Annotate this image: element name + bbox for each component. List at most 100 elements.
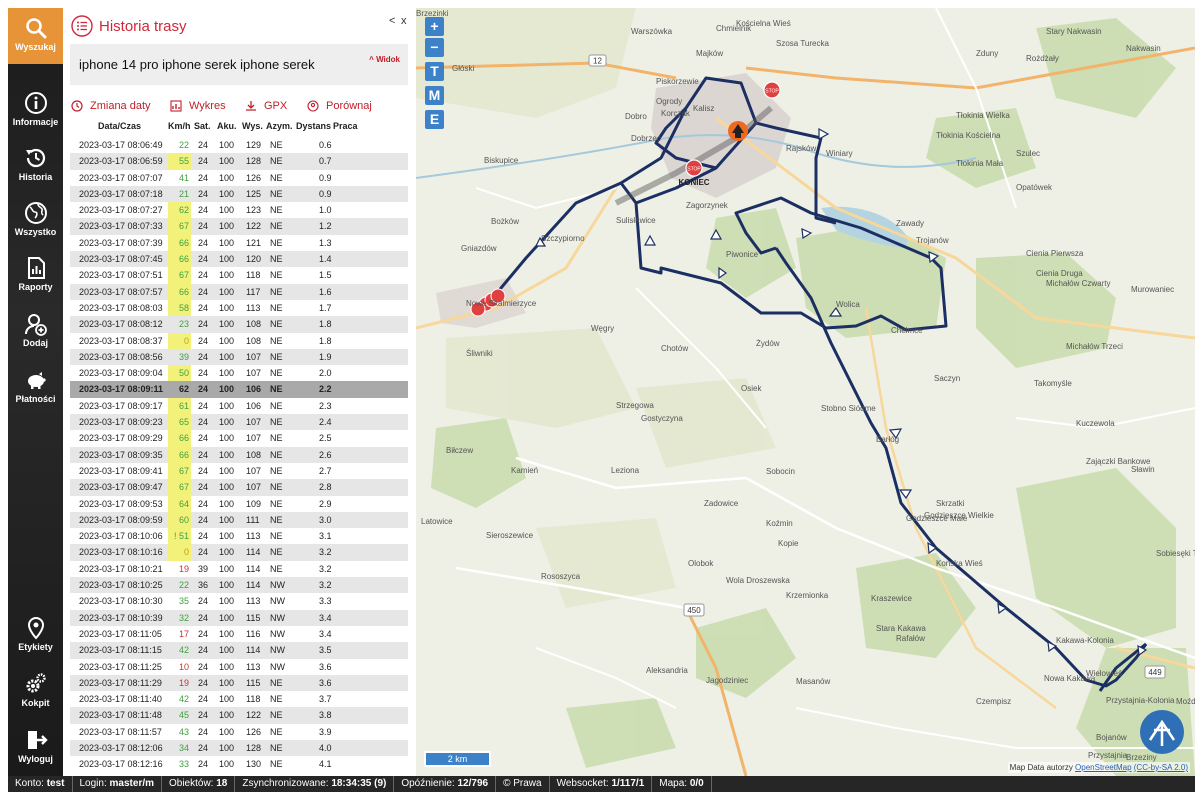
table-row[interactable]: 2023-03-17 08:11:48 45 24 100 122 NE 3.8: [70, 707, 408, 724]
table-row[interactable]: 2023-03-17 08:06:59 55 24 100 128 NE 0.7: [70, 153, 408, 170]
collapse-panel-button[interactable]: <: [389, 15, 395, 27]
chart-button[interactable]: Wykres: [170, 100, 226, 112]
close-panel-button[interactable]: x: [401, 15, 407, 27]
table-row[interactable]: 2023-03-17 08:08:37 0 24 100 108 NE 1.8: [70, 332, 408, 349]
sidebar-item-info[interactable]: Informacje: [8, 83, 63, 139]
table-row[interactable]: 2023-03-17 08:07:45 66 24 100 120 NE 1.4: [70, 251, 408, 268]
table-row[interactable]: 2023-03-17 08:09:53 64 24 100 109 NE 2.9: [70, 495, 408, 512]
sidebar-item-all[interactable]: Wszystko: [8, 193, 63, 249]
zoom-in-button[interactable]: +: [425, 17, 444, 36]
cell-satellites: 24: [198, 661, 209, 672]
view-toggle-button[interactable]: ^ Widok: [369, 55, 400, 64]
column-header-datetime[interactable]: Data/Czas: [98, 121, 141, 131]
table-row[interactable]: 2023-03-17 08:09:41 67 24 100 107 NE 2.7: [70, 462, 408, 480]
cell-satellites: 24: [198, 221, 209, 232]
compare-label: Porównaj: [326, 100, 372, 112]
table-row[interactable]: 2023-03-17 08:07:27 62 24 100 123 NE 1.0: [70, 202, 408, 219]
column-header-speed[interactable]: Km/h: [168, 121, 191, 131]
info-icon: [24, 92, 47, 114]
table-row[interactable]: 2023-03-17 08:07:07 41 24 100 126 NE 0.9: [70, 170, 408, 186]
table-row[interactable]: 2023-03-17 08:09:29 66 24 100 107 NE 2.5: [70, 430, 408, 447]
current-position-marker[interactable]: [728, 121, 748, 141]
table-row[interactable]: 2023-03-17 08:08:12 23 24 100 108 NE 1.8: [70, 316, 408, 333]
place-label: Michałów Trzeci: [1066, 342, 1123, 351]
cell-battery: 100: [219, 726, 235, 737]
table-row[interactable]: 2023-03-17 08:07:18 21 24 100 125 NE 0.9: [70, 185, 408, 203]
column-header-distance[interactable]: Dystans: [296, 121, 331, 131]
cell-distance: 1.7: [319, 302, 332, 313]
sidebar-item-add[interactable]: Dodaj: [8, 304, 63, 360]
table-row[interactable]: 2023-03-17 08:10:06 ! 51 24 100 113 NE 3.1: [70, 528, 408, 545]
table-row[interactable]: 2023-03-17 08:10:16 0 24 100 114 NE 3.2: [70, 544, 408, 561]
stop-marker[interactable]: STOP: [763, 81, 781, 99]
column-header-work[interactable]: Praca: [333, 121, 358, 131]
cell-speed: 62: [178, 384, 189, 395]
column-header-altitude[interactable]: Wys.: [242, 121, 263, 131]
column-header-battery[interactable]: Aku.: [217, 121, 237, 131]
table-row[interactable]: 2023-03-17 08:08:56 39 24 100 107 NE 1.9: [70, 348, 408, 366]
sidebar-item-cockpit[interactable]: Kokpit: [8, 664, 63, 720]
table-row[interactable]: 2023-03-17 08:09:59 60 24 100 111 NE 3.0: [70, 511, 408, 529]
cell-satellites: 24: [198, 433, 209, 444]
table-row[interactable]: 2023-03-17 08:07:33 67 24 100 122 NE 1.2: [70, 218, 408, 235]
table-row[interactable]: 2023-03-17 08:09:17 61 24 100 106 NE 2.3: [70, 397, 408, 415]
table-row[interactable]: 2023-03-17 08:11:57 43 24 100 126 NE 3.9: [70, 724, 408, 740]
table-row[interactable]: 2023-03-17 08:11:15 42 24 100 114 NW 3.5: [70, 642, 408, 659]
table-row[interactable]: 2023-03-17 08:08:03 58 24 100 113 NE 1.7: [70, 299, 408, 317]
sidebar-item-reports[interactable]: Raporty: [8, 248, 63, 304]
table-row[interactable]: 2023-03-17 08:10:39 32 24 100 115 NW 3.4: [70, 609, 408, 626]
gpx-button[interactable]: GPX: [245, 100, 287, 112]
cell-satellites: 24: [198, 498, 209, 509]
table-row[interactable]: 2023-03-17 08:09:35 66 24 100 108 NE 2.6: [70, 446, 408, 463]
table-row-selected[interactable]: 2023-03-17 08:09:11 62 24 100 106 NE 2.2: [70, 381, 408, 398]
history-table: 2023-03-17 08:06:49 22 24 100 129 NE 0.6 2023-0…: [70, 137, 408, 773]
layer-button-m[interactable]: M: [425, 86, 444, 105]
zoom-out-button[interactable]: −: [425, 38, 444, 57]
table-row[interactable]: 2023-03-17 08:09:23 65 24 100 107 NE 2.4: [70, 414, 408, 431]
openstreetmap-link[interactable]: OpenStreetMap: [1075, 763, 1131, 772]
cell-distance: 2.8: [319, 482, 332, 493]
compare-button[interactable]: Porównaj: [307, 100, 372, 112]
change-date-button[interactable]: Zmiana daty: [71, 100, 151, 112]
table-row[interactable]: 2023-03-17 08:07:39 66 24 100 121 NE 1.3: [70, 234, 408, 252]
table-row[interactable]: 2023-03-17 08:09:04 50 24 100 107 NE 2.0: [70, 365, 408, 382]
cell-distance: 2.6: [319, 449, 332, 460]
table-row[interactable]: 2023-03-17 08:11:05 17 24 100 116 NW 3.4: [70, 626, 408, 642]
cell-distance: 0.6: [319, 140, 332, 150]
svg-text:450: 450: [687, 606, 701, 615]
table-row[interactable]: 2023-03-17 08:12:06 34 24 100 128 NE 4.0: [70, 739, 408, 757]
table-row[interactable]: 2023-03-17 08:11:29 19 24 100 115 NE 3.6: [70, 674, 408, 692]
sidebar-item-labels[interactable]: Etykiety: [8, 608, 63, 664]
sidebar-item-payments[interactable]: Płatności: [8, 360, 63, 416]
sidebar-item-history[interactable]: Historia: [8, 138, 63, 194]
table-row[interactable]: 2023-03-17 08:10:30 35 24 100 113 NW 3.3: [70, 593, 408, 609]
table-row[interactable]: 2023-03-17 08:07:51 67 24 100 118 NE 1.5: [70, 267, 408, 284]
place-label: Brzeziny: [1126, 753, 1157, 762]
column-header-satellites[interactable]: Sat.: [194, 121, 211, 131]
cell-speed: 50: [168, 365, 191, 382]
table-row[interactable]: 2023-03-17 08:07:57 66 24 100 117 NE 1.6: [70, 283, 408, 300]
status-rights-link[interactable]: © Prawa: [496, 776, 550, 792]
sidebar-item-logout[interactable]: Wyloguj: [8, 720, 63, 776]
license-link[interactable]: (CC-by-SA 2.0): [1134, 763, 1188, 772]
map-logo[interactable]: [1140, 710, 1184, 754]
map-canvas[interactable]: STOP STOP KONIEC 12 450 449 Kalisz Nowe S…: [416, 8, 1195, 776]
place-label: Biskupice: [484, 156, 519, 165]
cell-satellites: 24: [198, 400, 209, 411]
table-row[interactable]: 2023-03-17 08:12:16 33 24 100 130 NE 4.1: [70, 756, 408, 772]
table-row[interactable]: 2023-03-17 08:11:40 42 24 100 118 NE 3.7: [70, 691, 408, 707]
cell-distance: 1.6: [319, 286, 332, 297]
table-row[interactable]: 2023-03-17 08:11:25 10 24 100 113 NW 3.6: [70, 659, 408, 675]
cell-distance: 1.2: [319, 221, 332, 232]
map-view[interactable]: STOP STOP KONIEC 12 450 449 Kalisz Nowe S…: [416, 8, 1195, 776]
table-row[interactable]: 2023-03-17 08:10:21 19 39 100 114 NE 3.2: [70, 561, 408, 577]
layer-button-e[interactable]: E: [425, 110, 444, 129]
column-header-azimuth[interactable]: Azym.: [266, 121, 293, 131]
table-row[interactable]: 2023-03-17 08:06:49 22 24 100 129 NE 0.6: [70, 137, 408, 153]
table-row[interactable]: 2023-03-17 08:10:25 22 36 100 114 NW 3.2: [70, 577, 408, 594]
cell-battery: 100: [219, 449, 235, 460]
sidebar-item-search[interactable]: Wyszukaj: [8, 8, 63, 64]
layer-button-t[interactable]: T: [425, 62, 444, 81]
place-label: Stara Kakawa: [876, 624, 926, 633]
table-row[interactable]: 2023-03-17 08:09:47 67 24 100 107 NE 2.8: [70, 479, 408, 496]
